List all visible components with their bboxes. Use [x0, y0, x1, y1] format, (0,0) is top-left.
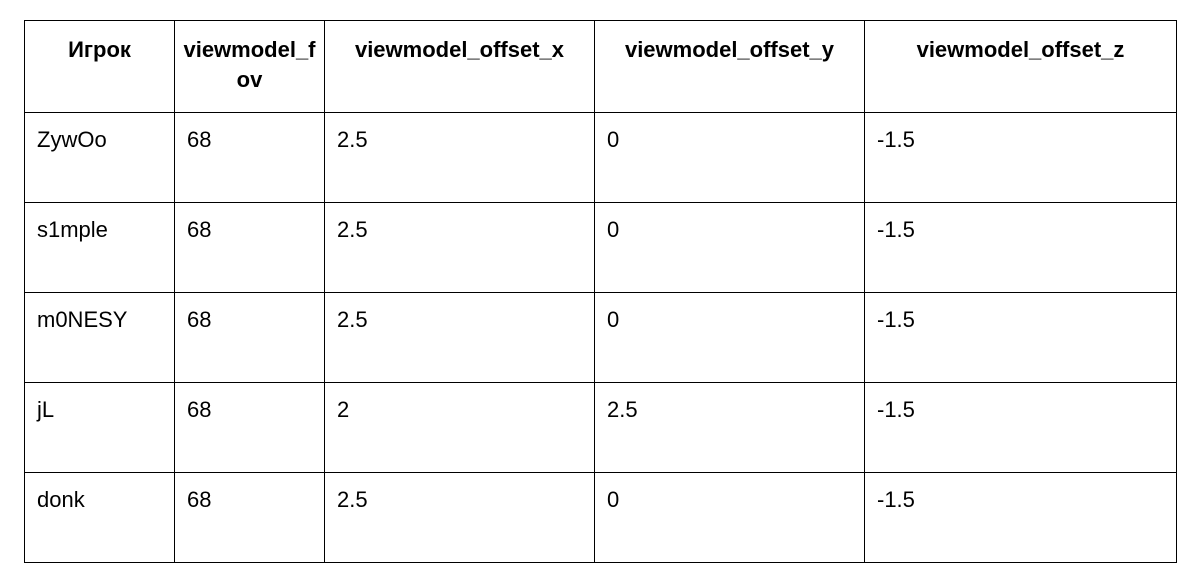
cell-offset-z: -1.5	[865, 113, 1177, 203]
cell-player: jL	[25, 383, 175, 473]
cell-offset-z: -1.5	[865, 383, 1177, 473]
cell-player: donk	[25, 473, 175, 563]
cell-fov: 68	[175, 113, 325, 203]
cell-fov: 68	[175, 293, 325, 383]
cell-player: m0NESY	[25, 293, 175, 383]
cell-player: s1mple	[25, 203, 175, 293]
cell-offset-y: 0	[595, 203, 865, 293]
col-header-player: Игрок	[25, 21, 175, 113]
cell-offset-x: 2.5	[325, 293, 595, 383]
col-header-fov: viewmodel_fov	[175, 21, 325, 113]
col-header-offset-z: viewmodel_offset_z	[865, 21, 1177, 113]
cell-offset-y: 2.5	[595, 383, 865, 473]
col-header-offset-y: viewmodel_offset_y	[595, 21, 865, 113]
cell-fov: 68	[175, 203, 325, 293]
cell-fov: 68	[175, 473, 325, 563]
table-row: jL 68 2 2.5 -1.5	[25, 383, 1177, 473]
cell-offset-x: 2.5	[325, 113, 595, 203]
cell-offset-y: 0	[595, 113, 865, 203]
cell-offset-x: 2	[325, 383, 595, 473]
cell-offset-y: 0	[595, 293, 865, 383]
table-row: m0NESY 68 2.5 0 -1.5	[25, 293, 1177, 383]
cell-offset-z: -1.5	[865, 203, 1177, 293]
col-header-offset-x: viewmodel_offset_x	[325, 21, 595, 113]
cell-offset-z: -1.5	[865, 293, 1177, 383]
cell-player: ZywOo	[25, 113, 175, 203]
cell-offset-x: 2.5	[325, 473, 595, 563]
table-row: donk 68 2.5 0 -1.5	[25, 473, 1177, 563]
table-header-row: Игрок viewmodel_fov viewmodel_offset_x v…	[25, 21, 1177, 113]
cell-offset-z: -1.5	[865, 473, 1177, 563]
cell-offset-x: 2.5	[325, 203, 595, 293]
table-row: s1mple 68 2.5 0 -1.5	[25, 203, 1177, 293]
table-row: ZywOo 68 2.5 0 -1.5	[25, 113, 1177, 203]
cell-fov: 68	[175, 383, 325, 473]
viewmodel-settings-table: Игрок viewmodel_fov viewmodel_offset_x v…	[24, 20, 1177, 563]
cell-offset-y: 0	[595, 473, 865, 563]
